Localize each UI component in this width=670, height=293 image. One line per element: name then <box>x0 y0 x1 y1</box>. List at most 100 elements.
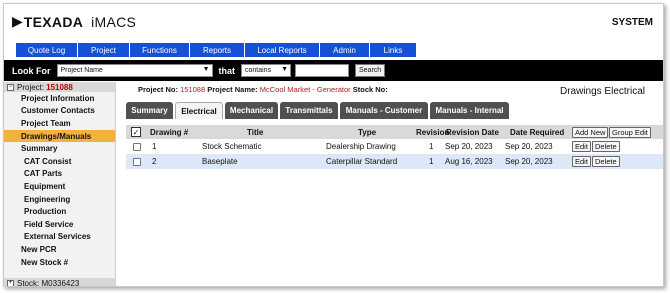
tab-manuals-customer[interactable]: Manuals - Customer <box>340 102 428 119</box>
project-info-line: Project No: 151088 Project Name: McCool … <box>138 85 388 94</box>
drawing-revision: 1 <box>429 157 434 166</box>
table-header: ✓ Drawing # Title Type Revision Revision… <box>126 125 663 139</box>
tab-electrical[interactable]: Electrical <box>175 102 223 119</box>
sidebar-item-production[interactable]: Production <box>4 205 115 218</box>
tab-summary[interactable]: Summary <box>126 102 173 119</box>
app-header: ▶ TEXADA iMACS SYSTEM <box>4 4 663 40</box>
sidebar-item-cat-consist[interactable]: CAT Consist <box>4 155 115 168</box>
drawing-number: 1 <box>152 142 157 151</box>
chevron-down-icon: ▼ <box>202 66 210 73</box>
project-name-label: Project Name: <box>207 85 258 94</box>
nav-admin[interactable]: Admin <box>320 43 370 57</box>
nav-reports[interactable]: Reports <box>190 43 245 57</box>
sidebar-stock-header[interactable]: + Stock: M0336423 <box>4 278 115 287</box>
lookup-bar: Look For Project Name ▼ that contains ▼ … <box>4 60 663 81</box>
add-new-button[interactable]: Add New <box>572 126 609 138</box>
texada-logo-icon: ▶ <box>12 14 23 30</box>
drawing-type: Dealership Drawing <box>326 142 396 151</box>
nav-functions[interactable]: Functions <box>130 43 190 57</box>
lookup-search-input[interactable] <box>295 64 349 77</box>
group-edit-button[interactable]: Group Edit <box>609 126 651 138</box>
sidebar-item-field-service[interactable]: Field Service <box>4 218 115 231</box>
tab-mechanical[interactable]: Mechanical <box>225 102 278 119</box>
project-no-label: Project No: <box>138 85 179 94</box>
col-revision-date[interactable]: Revision Date <box>446 125 499 139</box>
sidebar: − Project: 151088 Project Information Cu… <box>4 82 116 287</box>
drawings-table: ✓ Drawing # Title Type Revision Revision… <box>126 125 663 169</box>
tab-bar: Summary Electrical Mechanical Transmitta… <box>126 102 511 119</box>
edit-button-wrap: Edit <box>572 154 591 169</box>
sidebar-item-drawings-manuals[interactable]: Drawings/Manuals <box>4 129 115 143</box>
sidebar-item-engineering[interactable]: Engineering <box>4 193 115 206</box>
col-type[interactable]: Type <box>358 125 376 139</box>
sidebar-item-summary[interactable]: Summary <box>4 142 115 155</box>
drawing-type: Caterpillar Standard <box>326 157 398 166</box>
table-row: 1 Stock Schematic Dealership Drawing 1 S… <box>126 139 663 154</box>
checkbox-icon <box>133 157 141 166</box>
delete-button[interactable]: Delete <box>592 141 620 152</box>
main-nav: Quote Log Project Functions Reports Loca… <box>4 40 663 60</box>
app-name: iMACS <box>91 14 137 30</box>
drawing-revision: 1 <box>429 142 434 151</box>
sidebar-item-new-pcr[interactable]: New PCR <box>4 243 115 256</box>
expand-icon[interactable]: + <box>7 279 14 286</box>
date-required: Sep 20, 2023 <box>505 142 553 151</box>
project-name-value: McCool Market - Generator <box>259 85 351 94</box>
app-window: ▶ TEXADA iMACS SYSTEM Quote Log Project … <box>3 3 664 287</box>
lookup-field-select[interactable]: Project Name ▼ <box>56 64 213 77</box>
that-label: that <box>218 65 236 76</box>
row-checkbox[interactable] <box>133 139 141 154</box>
col-revision[interactable]: Revision <box>416 125 449 139</box>
drawing-title: Baseplate <box>202 157 238 166</box>
edit-button[interactable]: Edit <box>572 141 591 152</box>
checkbox-icon <box>133 142 141 151</box>
delete-button-wrap: Delete <box>592 139 620 154</box>
sidebar-item-project-team[interactable]: Project Team <box>4 117 115 130</box>
project-no-value: 151088 <box>180 85 206 94</box>
project-number: 151088 <box>46 82 73 92</box>
sidebar-item-cat-parts[interactable]: CAT Parts <box>4 168 115 181</box>
lookup-operator-select[interactable]: contains ▼ <box>241 64 291 77</box>
lookup-field-value: Project Name <box>60 67 103 74</box>
lookup-operator-value: contains <box>245 67 272 74</box>
table-row: 2 Baseplate Caterpillar Standard 1 Aug 1… <box>126 154 663 169</box>
delete-button[interactable]: Delete <box>592 156 620 167</box>
edit-button-wrap: Edit <box>572 139 591 154</box>
sidebar-project-header[interactable]: − Project: 151088 <box>4 82 115 92</box>
row-checkbox[interactable] <box>133 154 141 169</box>
sidebar-item-external-services[interactable]: External Services <box>4 231 115 244</box>
page-title: Drawings Electrical <box>559 86 645 97</box>
collapse-icon[interactable]: − <box>7 83 14 91</box>
col-date-required[interactable]: Date Required <box>510 125 564 139</box>
look-for-label: Look For <box>12 65 51 76</box>
edit-button[interactable]: Edit <box>572 156 591 167</box>
col-title[interactable]: Title <box>247 125 263 139</box>
nav-project[interactable]: Project <box>78 43 130 57</box>
checkmark-icon: ✓ <box>131 127 141 137</box>
project-label: Project: <box>17 82 45 92</box>
chevron-down-icon: ▼ <box>281 66 288 73</box>
nav-local-reports[interactable]: Local Reports <box>245 43 320 57</box>
logo-text: TEXADA <box>23 14 84 30</box>
col-drawing[interactable]: Drawing # <box>150 125 188 139</box>
nav-links[interactable]: Links <box>370 43 417 57</box>
select-all-checkbox[interactable]: ✓ <box>131 125 141 139</box>
delete-button-wrap: Delete <box>592 154 620 169</box>
sidebar-item-customer-contacts[interactable]: Customer Contacts <box>4 105 115 118</box>
search-button[interactable]: Search <box>355 64 386 77</box>
drawing-title: Stock Schematic <box>202 142 262 151</box>
nav-quote-log[interactable]: Quote Log <box>16 43 78 57</box>
sidebar-item-project-information[interactable]: Project Information <box>4 92 115 105</box>
tab-manuals-internal[interactable]: Manuals - Internal <box>430 102 509 119</box>
system-label: SYSTEM <box>611 17 653 28</box>
main-content: Project No: 151088 Project Name: McCool … <box>116 82 663 286</box>
add-new-button-wrap: Add New <box>572 125 609 139</box>
drawing-number: 2 <box>152 157 157 166</box>
sidebar-item-new-stock[interactable]: New Stock # <box>4 256 115 269</box>
revision-date: Aug 16, 2023 <box>445 157 493 166</box>
stock-label: Stock: M0336423 <box>17 278 80 287</box>
date-required: Sep 20, 2023 <box>505 157 553 166</box>
tab-transmittals[interactable]: Transmittals <box>280 102 338 119</box>
sidebar-item-equipment[interactable]: Equipment <box>4 180 115 193</box>
texada-logo: ▶ TEXADA iMACS <box>12 14 136 30</box>
